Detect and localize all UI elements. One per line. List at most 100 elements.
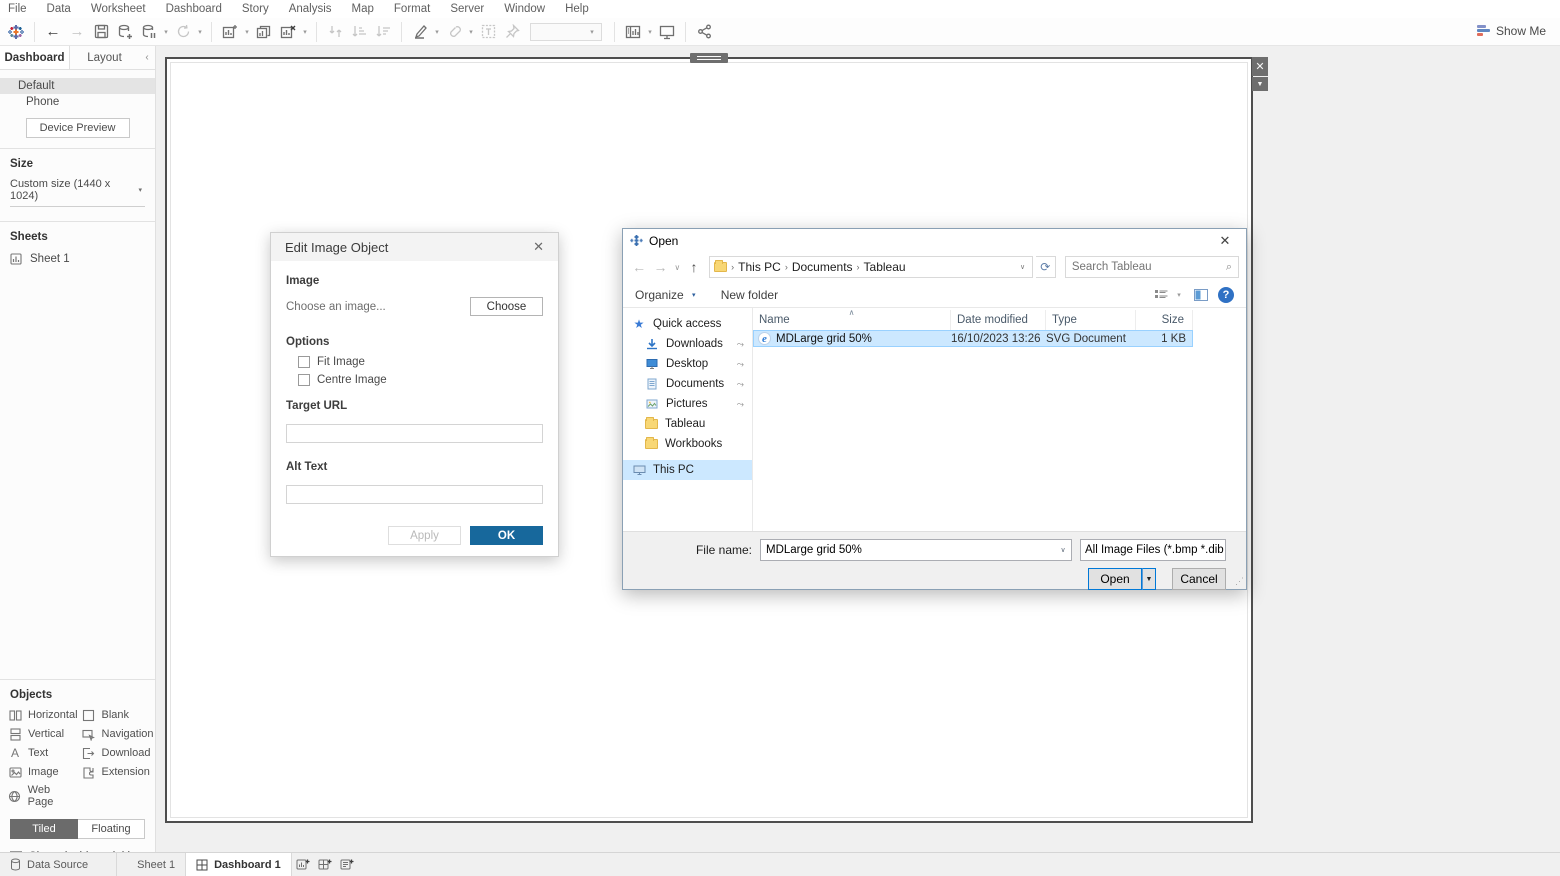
- nav-pictures[interactable]: Pictures ⤳: [623, 394, 752, 414]
- run-update-caret[interactable]: ▾: [195, 28, 205, 36]
- zone-menu-caret-icon[interactable]: ▼: [1252, 77, 1268, 91]
- object-vertical[interactable]: Vertical: [6, 726, 80, 742]
- run-update-icon[interactable]: [171, 20, 195, 44]
- column-name[interactable]: Name ∧: [753, 310, 951, 330]
- zone-drag-handle[interactable]: [690, 53, 728, 63]
- choose-button[interactable]: Choose: [470, 297, 543, 316]
- swap-rows-columns-icon[interactable]: [323, 20, 347, 44]
- new-worksheet-icon[interactable]: [218, 20, 242, 44]
- tab-layout[interactable]: Layout: [70, 46, 139, 69]
- sort-ascending-icon[interactable]: [347, 20, 371, 44]
- menu-file[interactable]: File: [8, 3, 27, 15]
- group-members-caret[interactable]: ▾: [466, 28, 476, 36]
- show-mark-labels-icon[interactable]: [476, 20, 500, 44]
- menu-analysis[interactable]: Analysis: [289, 3, 332, 15]
- object-navigation[interactable]: Navigation: [80, 726, 156, 742]
- nav-downloads[interactable]: Downloads ⤳: [623, 334, 752, 354]
- highlight-icon[interactable]: [408, 20, 432, 44]
- breadcrumb-tableau[interactable]: Tableau: [864, 260, 906, 274]
- highlight-caret[interactable]: ▾: [432, 28, 442, 36]
- refresh-icon[interactable]: ⟳: [1036, 256, 1056, 278]
- nav-history-caret-icon[interactable]: ∨: [673, 263, 682, 272]
- device-default-item[interactable]: Default: [0, 78, 155, 94]
- nav-workbooks-folder[interactable]: Workbooks: [623, 434, 752, 454]
- alt-text-input[interactable]: [286, 485, 543, 504]
- view-mode-button[interactable]: ▾: [1155, 289, 1184, 301]
- menu-data[interactable]: Data: [47, 3, 71, 15]
- object-image[interactable]: Image: [6, 764, 80, 780]
- organize-button[interactable]: Organize ▾: [635, 288, 699, 302]
- nav-desktop[interactable]: Desktop ⤳: [623, 354, 752, 374]
- resize-grip[interactable]: ⋰: [1235, 576, 1244, 587]
- save-icon[interactable]: [89, 20, 113, 44]
- device-phone-item[interactable]: Phone: [0, 94, 155, 110]
- file-name-input[interactable]: [761, 544, 1055, 556]
- new-worksheet-caret[interactable]: ▾: [242, 28, 252, 36]
- cancel-button[interactable]: Cancel: [1172, 568, 1226, 590]
- file-row[interactable]: e MDLarge grid 50% 16/10/2023 13:26 SVG …: [753, 330, 1193, 347]
- edit-dialog-close-icon[interactable]: ✕: [533, 239, 544, 255]
- fit-image-checkbox[interactable]: [298, 356, 310, 368]
- nav-tableau-folder[interactable]: Tableau: [623, 414, 752, 434]
- tab-dashboard[interactable]: Dashboard: [0, 46, 70, 69]
- ok-button[interactable]: OK: [470, 526, 543, 545]
- menu-dashboard[interactable]: Dashboard: [166, 3, 222, 15]
- nav-back-icon[interactable]: ←: [630, 259, 648, 275]
- show-me-button[interactable]: Show Me: [1477, 24, 1546, 38]
- new-worksheet-tab-icon[interactable]: [292, 853, 314, 876]
- sort-descending-icon[interactable]: [371, 20, 395, 44]
- duplicate-sheet-icon[interactable]: [252, 20, 276, 44]
- zone-remove-icon[interactable]: ✕: [1252, 57, 1268, 76]
- presentation-mode-icon[interactable]: [655, 20, 679, 44]
- new-dashboard-tab-icon[interactable]: [314, 853, 336, 876]
- column-type[interactable]: Type: [1046, 310, 1136, 330]
- object-web-page[interactable]: Web Page: [6, 783, 80, 809]
- nav-this-pc[interactable]: This PC: [623, 460, 752, 480]
- column-size[interactable]: Size: [1136, 310, 1193, 330]
- open-dialog-close-icon[interactable]: ✕: [1211, 233, 1239, 249]
- column-date-modified[interactable]: Date modified: [951, 310, 1046, 330]
- undo-icon[interactable]: ←: [41, 20, 65, 44]
- breadcrumb[interactable]: › This PC › Documents › Tableau ∨: [709, 256, 1032, 278]
- fix-axes-icon[interactable]: [500, 20, 524, 44]
- menu-help[interactable]: Help: [565, 3, 589, 15]
- pause-auto-updates-caret[interactable]: ▾: [161, 28, 171, 36]
- redo-icon[interactable]: →: [65, 20, 89, 44]
- menu-story[interactable]: Story: [242, 3, 269, 15]
- clear-sheet-caret[interactable]: ▾: [300, 28, 310, 36]
- open-button[interactable]: Open: [1088, 568, 1142, 590]
- file-name-caret-icon[interactable]: ∨: [1055, 546, 1071, 554]
- preview-pane-button[interactable]: [1194, 289, 1208, 301]
- nav-documents[interactable]: Documents ⤳: [623, 374, 752, 394]
- search-input[interactable]: [1072, 261, 1226, 273]
- breadcrumb-caret-icon[interactable]: ∨: [1018, 263, 1028, 271]
- object-extension[interactable]: Extension: [80, 764, 156, 780]
- object-horizontal[interactable]: Horizontal: [6, 707, 80, 723]
- fit-image-option[interactable]: Fit Image: [298, 356, 543, 368]
- sheet-list-item[interactable]: Sheet 1: [0, 249, 155, 269]
- sidebar-collapse-icon[interactable]: ‹: [139, 46, 155, 69]
- nav-up-icon[interactable]: ↑: [685, 259, 703, 275]
- open-button-caret-icon[interactable]: ▼: [1142, 568, 1156, 590]
- menu-format[interactable]: Format: [394, 3, 430, 15]
- show-hide-cards-caret[interactable]: ▾: [645, 28, 655, 36]
- new-story-tab-icon[interactable]: [336, 853, 358, 876]
- menu-worksheet[interactable]: Worksheet: [91, 3, 146, 15]
- breadcrumb-this-pc[interactable]: This PC: [738, 260, 781, 274]
- centre-image-option[interactable]: Centre Image: [298, 374, 543, 386]
- fit-selector[interactable]: ▾: [530, 23, 602, 41]
- tiled-button[interactable]: Tiled: [10, 819, 78, 839]
- centre-image-checkbox[interactable]: [298, 374, 310, 386]
- sheet1-tab[interactable]: Sheet 1: [127, 853, 185, 876]
- dashboard1-tab[interactable]: Dashboard 1: [185, 853, 292, 876]
- apply-button[interactable]: Apply: [388, 526, 461, 545]
- menu-map[interactable]: Map: [352, 3, 374, 15]
- show-hide-cards-icon[interactable]: [621, 20, 645, 44]
- floating-button[interactable]: Floating: [78, 819, 145, 839]
- group-members-icon[interactable]: [442, 20, 466, 44]
- menu-window[interactable]: Window: [504, 3, 545, 15]
- size-dropdown[interactable]: Custom size (1440 x 1024) ▾: [10, 176, 145, 207]
- pause-auto-updates-icon[interactable]: [137, 20, 161, 44]
- object-download[interactable]: Download: [80, 745, 156, 761]
- nav-forward-icon[interactable]: →: [651, 259, 669, 275]
